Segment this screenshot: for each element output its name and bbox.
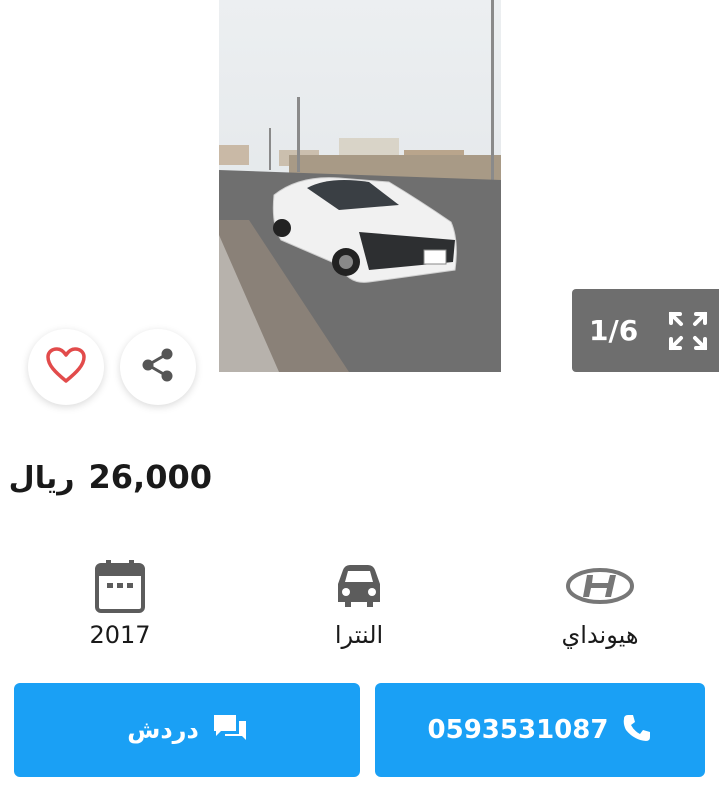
- expand-icon[interactable]: [668, 311, 708, 351]
- price-currency: ريال: [8, 461, 75, 496]
- chevron-left-icon: [51, 148, 73, 182]
- spec-brand-label: هيونداي: [561, 621, 639, 649]
- call-button[interactable]: 0593531087: [375, 683, 705, 777]
- spec-brand: هيونداي: [520, 555, 680, 649]
- call-button-label: 0593531087: [427, 715, 609, 745]
- next-image-button[interactable]: [636, 140, 680, 190]
- chevron-right-icon: [647, 148, 669, 182]
- prev-image-button[interactable]: [40, 140, 84, 190]
- car-photo[interactable]: [219, 0, 501, 372]
- hyundai-logo-icon: [520, 555, 680, 617]
- chat-icon: [213, 713, 247, 747]
- phone-icon: [622, 713, 652, 747]
- spec-model: النترا: [279, 555, 439, 649]
- car-icon: [279, 555, 439, 617]
- image-counter: 1/6: [589, 314, 639, 347]
- price: ريال 26,000: [9, 458, 212, 496]
- favorite-button[interactable]: [28, 329, 104, 405]
- calendar-icon: [40, 555, 200, 617]
- share-button[interactable]: [120, 329, 196, 405]
- spec-year-label: 2017: [89, 621, 151, 649]
- heart-icon: [45, 346, 87, 388]
- image-counter-panel: 1/6: [572, 289, 719, 372]
- spec-year: 2017: [40, 555, 200, 649]
- image-gallery[interactable]: 1/6: [0, 0, 719, 405]
- chat-button-label: دردش: [127, 716, 199, 744]
- price-value: 26,000: [88, 458, 212, 496]
- chat-button[interactable]: دردش: [14, 683, 360, 777]
- spec-model-label: النترا: [334, 621, 384, 649]
- share-icon: [139, 346, 177, 388]
